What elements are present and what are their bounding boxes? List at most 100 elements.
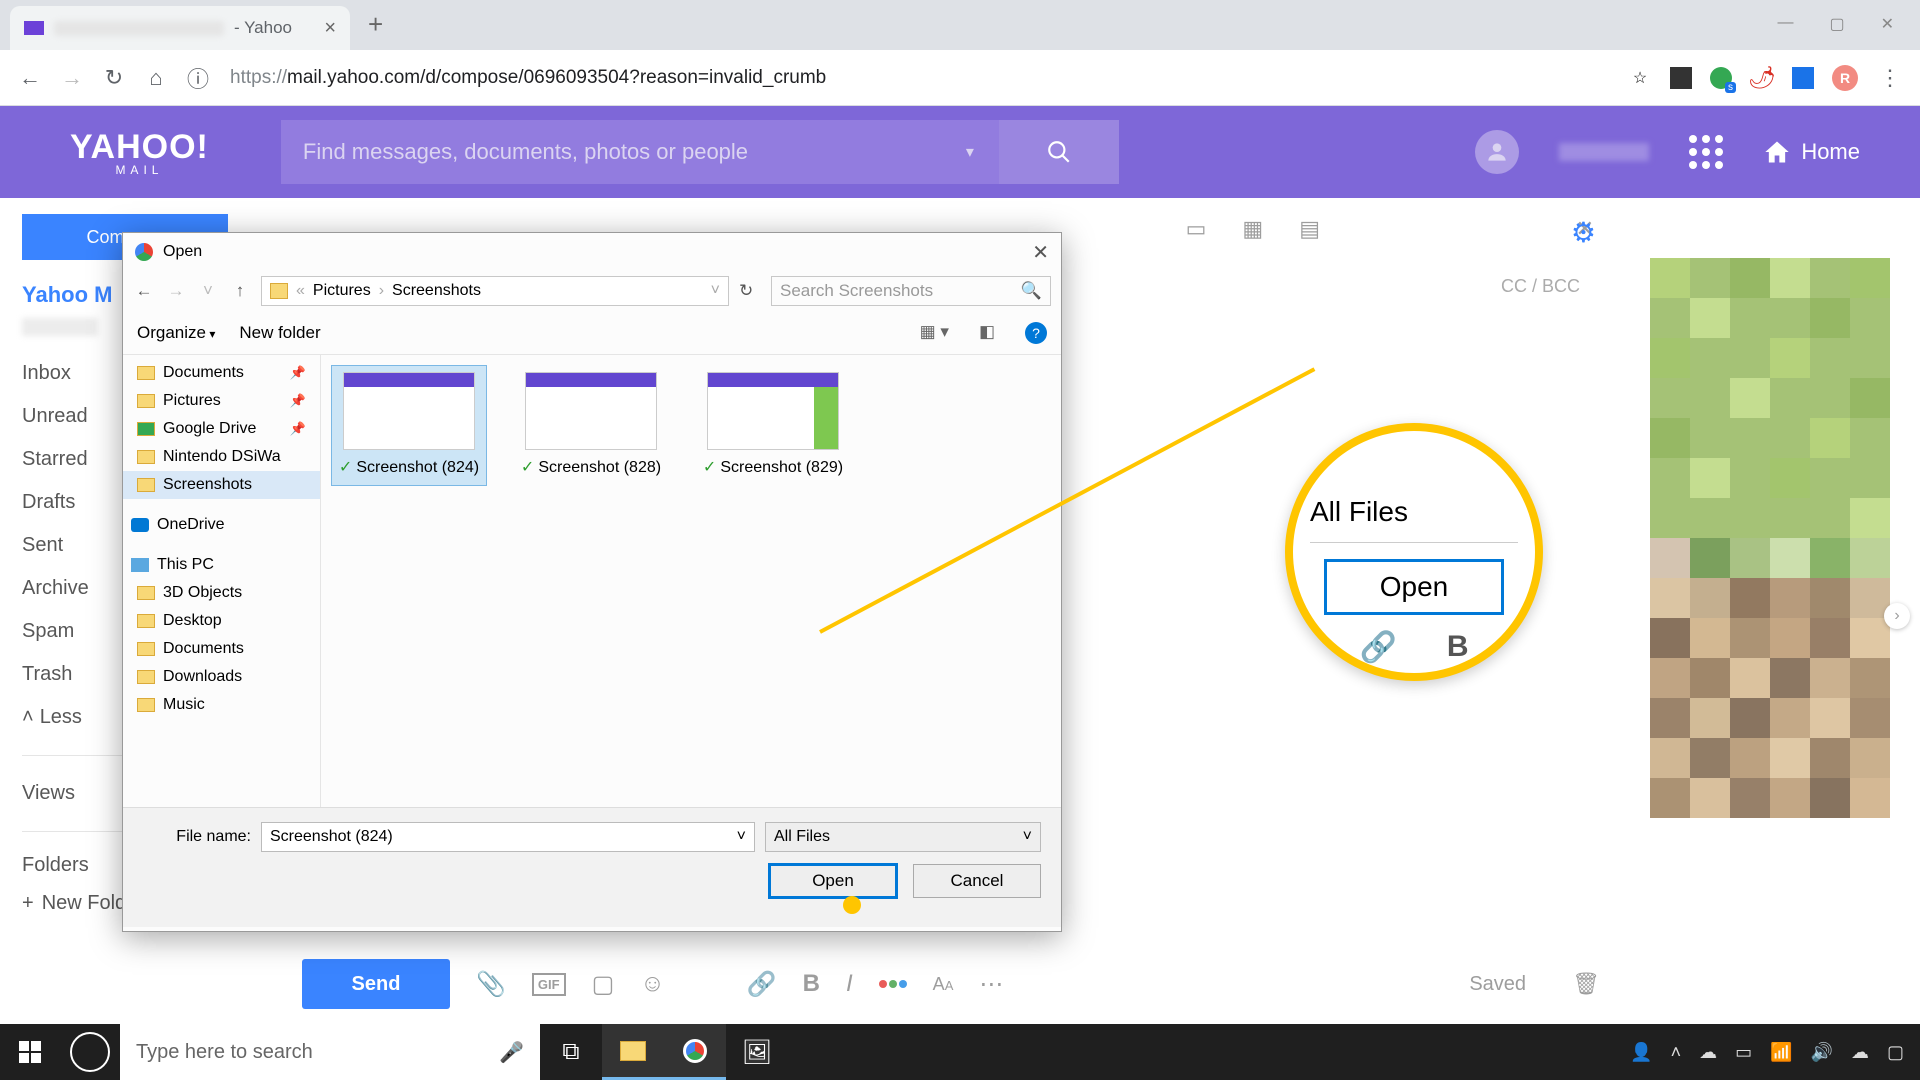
breadcrumb-0[interactable]: Pictures [313, 282, 371, 300]
nav-up-icon[interactable]: ↑ [229, 281, 251, 301]
dialog-close-icon[interactable]: ✕ [1032, 240, 1049, 265]
refresh-icon[interactable]: ↻ [739, 281, 761, 301]
view-mode-icon[interactable]: ▦ ▾ [920, 322, 949, 344]
task-view-icon[interactable]: ⧉ [540, 1024, 602, 1080]
attach-icon[interactable]: 📎 [476, 970, 506, 999]
yahoo-logo[interactable]: YAHOO! MAIL [70, 128, 209, 177]
browser-tab[interactable]: - Yahoo × [10, 6, 350, 50]
user-avatar[interactable] [1475, 130, 1519, 174]
forward-icon[interactable]: → [58, 64, 86, 92]
tree-3d-objects[interactable]: 3D Objects [123, 579, 320, 607]
sidebar-folders[interactable]: Folders [22, 854, 89, 877]
help-icon[interactable]: ? [1025, 322, 1047, 344]
maximize-icon[interactable]: ▢ [1829, 14, 1844, 34]
emoji-icon[interactable]: ☺ [640, 970, 665, 998]
wifi-icon[interactable]: 📶 [1770, 1042, 1792, 1063]
organize-menu[interactable]: Organize [137, 323, 215, 343]
tree-this-pc[interactable]: This PC [123, 551, 320, 579]
search-button[interactable] [999, 120, 1119, 184]
onedrive-tray-icon[interactable]: ☁ [1699, 1042, 1717, 1063]
back-icon[interactable]: ← [16, 64, 44, 92]
stationery-icon[interactable]: ▢ [592, 970, 615, 999]
file-name-input[interactable]: Screenshot (824)˅ [261, 822, 755, 852]
new-folder-button[interactable]: New folder [239, 323, 320, 343]
tree-google-drive[interactable]: Google Drive📌 [123, 415, 320, 443]
close-window-icon[interactable]: ✕ [1881, 14, 1894, 34]
volume-icon[interactable]: 🔊 [1811, 1042, 1833, 1063]
notes-icon[interactable]: ▤ [1299, 216, 1320, 242]
file-item-1[interactable]: ✓Screenshot (828) [513, 365, 669, 486]
photos-icon[interactable]: 🖼 [726, 1024, 788, 1080]
gif-icon[interactable]: GIF [532, 973, 566, 996]
ext-icon-1[interactable] [1670, 67, 1692, 89]
tree-desktop[interactable]: Desktop [123, 607, 320, 635]
people-icon[interactable]: 👤 [1630, 1042, 1652, 1063]
bold-icon[interactable]: B [803, 970, 820, 998]
notifications-icon[interactable]: ▢ [1887, 1042, 1904, 1063]
calendar-icon[interactable]: ▦ [1242, 216, 1263, 242]
right-panel-next-icon[interactable]: › [1884, 603, 1910, 629]
new-tab-button[interactable]: + [368, 9, 383, 40]
breadcrumb-dropdown-icon[interactable]: ˅ [711, 282, 720, 300]
mic-icon[interactable]: 🎤 [499, 1040, 524, 1065]
url-field[interactable]: https://mail.yahoo.com/d/compose/0696093… [226, 67, 1614, 89]
file-item-2[interactable]: ✓Screenshot (829) [695, 365, 851, 486]
text-color-icon[interactable] [879, 980, 907, 988]
preview-pane-icon[interactable]: ◧ [979, 322, 995, 344]
settings-gear-icon[interactable]: ⚙ [1571, 216, 1596, 249]
menu-icon[interactable]: ⋮ [1876, 64, 1904, 92]
tree-pictures[interactable]: Pictures📌 [123, 387, 320, 415]
taskbar-search[interactable]: Type here to search 🎤 [120, 1024, 540, 1080]
trash-icon[interactable]: 🗑 [1572, 971, 1600, 997]
chrome-icon[interactable] [664, 1024, 726, 1080]
minimize-icon[interactable]: — [1777, 14, 1793, 34]
dialog-search[interactable]: Search Screenshots 🔍 [771, 276, 1051, 306]
tree-screenshots[interactable]: Screenshots [123, 471, 320, 499]
folder-tree[interactable]: Documents📌 Pictures📌 Google Drive📌 Ninte… [123, 355, 321, 807]
search-input[interactable] [281, 120, 941, 184]
battery-icon[interactable]: ▭ [1735, 1042, 1752, 1063]
link-icon[interactable]: 🔗 [747, 970, 777, 999]
profile-avatar[interactable]: R [1832, 65, 1858, 91]
nav-recent-icon[interactable]: ˅ [197, 281, 219, 301]
cc-bcc-link[interactable]: CC / BCC [1501, 276, 1580, 297]
star-icon[interactable]: ☆ [1628, 66, 1652, 90]
start-button[interactable] [0, 1024, 60, 1080]
dialog-title-bar[interactable]: Open ✕ [123, 233, 1061, 271]
tree-downloads[interactable]: Downloads [123, 663, 320, 691]
home-link[interactable]: Home [1763, 138, 1860, 166]
dropdown-icon[interactable]: ˅ [737, 828, 746, 846]
nav-back-icon[interactable]: ← [133, 281, 155, 301]
ext-icon-3[interactable]: 🌶 [1750, 66, 1774, 90]
file-filter-select[interactable]: All Files˅ [765, 822, 1041, 852]
tree-documents-2[interactable]: Documents [123, 635, 320, 663]
open-button[interactable]: Open [769, 864, 897, 898]
weather-icon[interactable]: ☁ [1851, 1042, 1869, 1063]
font-size-icon[interactable]: AA [933, 974, 954, 995]
reload-icon[interactable]: ↻ [100, 64, 128, 92]
tree-nintendo[interactable]: Nintendo DSiWa [123, 443, 320, 471]
tray-chevron-icon[interactable]: ˄ [1671, 1042, 1682, 1063]
ext-icon-2[interactable]: s [1710, 67, 1732, 89]
search-dropdown-icon[interactable]: ▾ [941, 120, 999, 184]
tree-documents[interactable]: Documents📌 [123, 359, 320, 387]
file-explorer-icon[interactable] [602, 1024, 664, 1080]
apps-icon[interactable] [1689, 135, 1723, 169]
tree-music[interactable]: Music [123, 691, 320, 719]
tab-close-icon[interactable]: × [324, 17, 336, 40]
breadcrumb[interactable]: « Pictures › Screenshots ˅ [261, 276, 729, 306]
cortana-icon[interactable] [70, 1032, 110, 1072]
site-info-icon[interactable]: ⓘ [184, 64, 212, 92]
more-icon[interactable]: ⋯ [979, 970, 1003, 999]
home-icon[interactable]: ⌂ [142, 64, 170, 92]
nav-forward-icon[interactable]: → [165, 281, 187, 301]
breadcrumb-1[interactable]: Screenshots [392, 282, 481, 300]
file-item-0[interactable]: ✓Screenshot (824) [331, 365, 487, 486]
ext-icon-4[interactable] [1792, 67, 1814, 89]
contact-card-icon[interactable]: ▭ [1186, 216, 1207, 242]
pc-icon [131, 558, 149, 572]
tree-onedrive[interactable]: OneDrive [123, 511, 320, 539]
send-button[interactable]: Send [302, 959, 450, 1009]
italic-icon[interactable]: I [846, 970, 853, 998]
cancel-button[interactable]: Cancel [913, 864, 1041, 898]
